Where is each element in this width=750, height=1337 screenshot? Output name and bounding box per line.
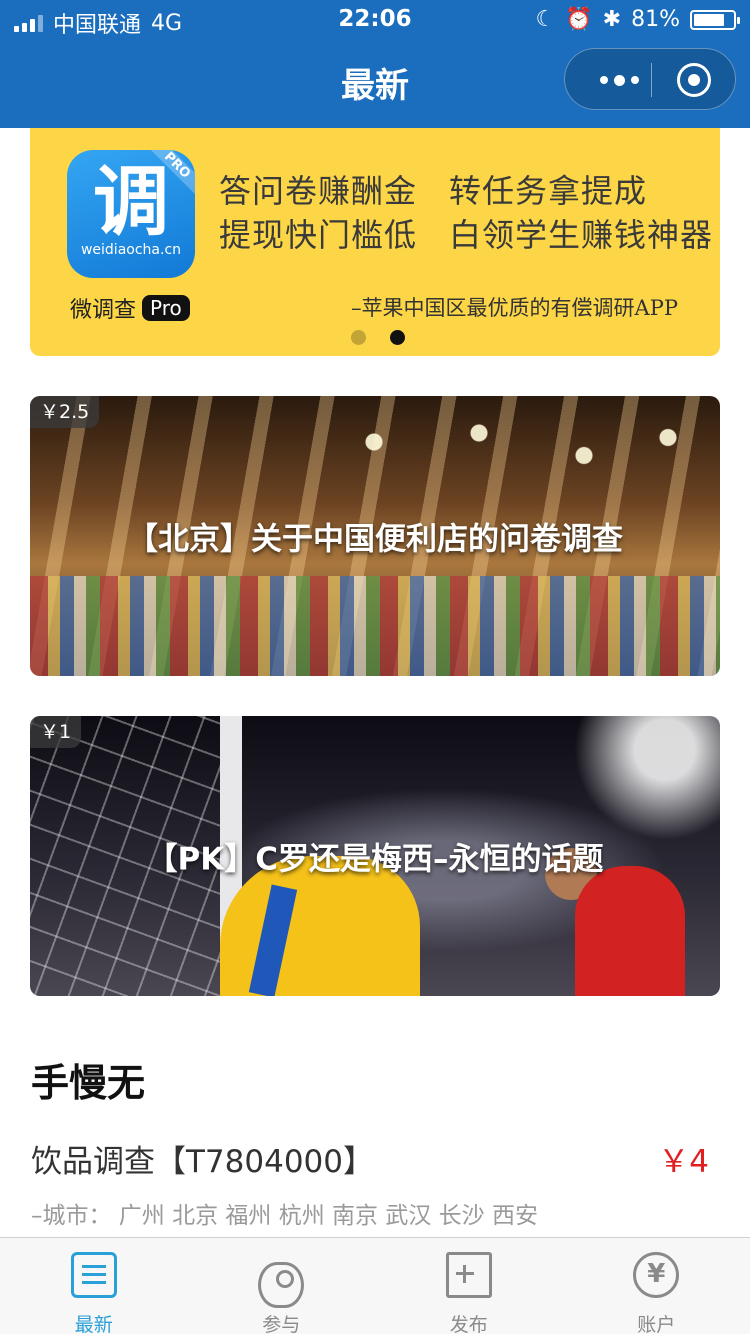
miniprogram-capsule: [564, 48, 736, 110]
brand-pro-badge: Pro: [142, 295, 190, 321]
app-logo: PRO 调 weidiaocha.cn: [67, 150, 195, 278]
add-document-icon: [446, 1252, 492, 1298]
pager-dot[interactable]: [351, 330, 366, 345]
list-item-price: ￥4: [658, 1136, 709, 1181]
list-item[interactable]: 饮品调查【T7804000】 ￥4 –城市： 广州 北京 福州 杭州 南京 武汉…: [0, 1130, 750, 1230]
survey-card[interactable]: ￥1 【PK】C罗还是梅西–永恒的话题: [30, 716, 720, 996]
tab-label: 最新: [0, 1310, 188, 1337]
pager-dot-active[interactable]: [390, 330, 405, 345]
tab-publish[interactable]: 发布: [375, 1238, 563, 1334]
battery-percent: 81%: [631, 7, 680, 32]
survey-card-title: 【北京】关于中国便利店的问卷调查: [30, 514, 720, 559]
card-image-lights: [290, 406, 710, 496]
tab-participate[interactable]: 参与: [188, 1238, 376, 1334]
tab-label: 发布: [375, 1310, 563, 1337]
more-icon[interactable]: [589, 66, 649, 94]
tab-latest[interactable]: 最新: [0, 1238, 188, 1334]
price-tag: ￥2.5: [30, 396, 99, 428]
app-logo-domain: weidiaocha.cn: [67, 242, 195, 258]
close-target-icon[interactable]: [677, 63, 711, 97]
brand-label: 微调查: [70, 292, 136, 324]
tab-account[interactable]: ¥ 账户: [563, 1238, 750, 1334]
list-item-cities: –城市： 广州 北京 福州 杭州 南京 武汉 长沙 西安: [31, 1196, 538, 1230]
list-item-name: 饮品调查【T7804000】: [31, 1136, 374, 1181]
survey-card[interactable]: ￥2.5 【北京】关于中国便利店的问卷调查: [30, 396, 720, 676]
status-bar: 中国联通 4G 22:06 ☾ ⏰ ✱ 81%: [0, 0, 750, 40]
banner-line: 答问卷赚酬金: [219, 166, 417, 212]
eye-icon: [258, 1262, 304, 1308]
survey-card-title: 【PK】C罗还是梅西–永恒的话题: [30, 834, 720, 879]
card-image-player: [575, 866, 685, 996]
card-image-shelves: [30, 576, 720, 676]
banner-line: 转任务拿提成: [449, 166, 647, 212]
promo-banner[interactable]: PRO 调 weidiaocha.cn 微调查 Pro 答问卷赚酬金 转任务拿提…: [30, 128, 720, 356]
tab-label: 参与: [188, 1310, 376, 1337]
status-right: ☾ ⏰ ✱ 81%: [536, 7, 736, 32]
banner-pager: [351, 330, 405, 345]
banner-line: 提现快门槛低: [219, 210, 417, 256]
yen-circle-icon: ¥: [633, 1252, 679, 1298]
section-title: 手慢无: [31, 1052, 145, 1107]
battery-icon: [690, 10, 736, 30]
price-tag: ￥1: [30, 716, 81, 748]
list-icon: [71, 1252, 117, 1298]
tab-bar: 最新 参与 发布 ¥ 账户: [0, 1237, 750, 1334]
moon-icon: ☾: [536, 7, 556, 32]
brand-name: 微调查 Pro: [70, 292, 190, 324]
top-bar: 中国联通 4G 22:06 ☾ ⏰ ✱ 81% 最新: [0, 0, 750, 128]
alarm-icon: ⏰: [565, 7, 592, 32]
bluetooth-icon: ✱: [603, 7, 621, 32]
capsule-divider: [651, 63, 652, 97]
tab-label: 账户: [563, 1310, 750, 1337]
banner-tagline: –苹果中国区最优质的有偿调研APP: [351, 292, 678, 322]
banner-line: 白领学生赚钱神器: [449, 210, 713, 256]
